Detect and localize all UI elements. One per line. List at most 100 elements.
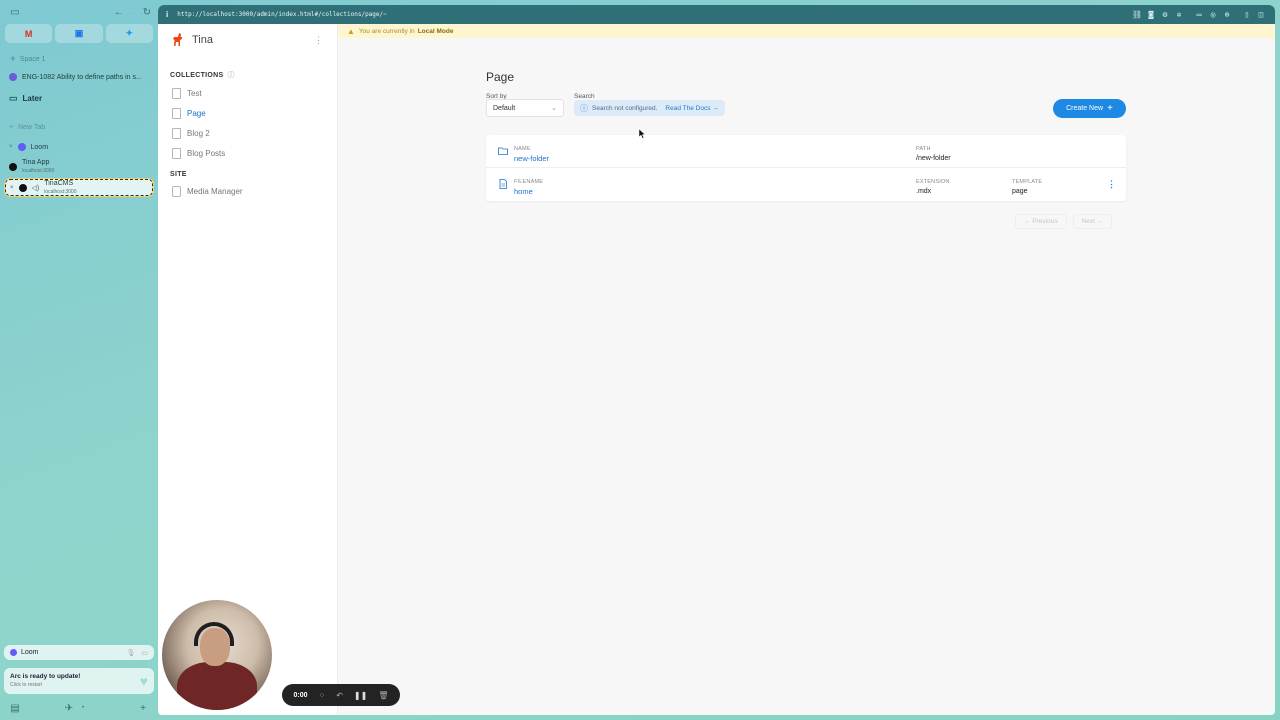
close-icon[interactable]: × (10, 185, 14, 191)
collection-test[interactable]: Test (158, 83, 337, 103)
space-label-text: Space 1 (19, 55, 46, 63)
gmail-icon: M (24, 28, 33, 39)
document-icon (172, 87, 181, 99)
target-icon[interactable]: ⊕ (1221, 10, 1233, 20)
copy-link-icon[interactable]: ⛓ (1131, 10, 1143, 20)
space-icon: ✈ (10, 56, 16, 63)
favorite-calendar[interactable]: ▣ (55, 24, 103, 43)
loom-camera-bubble[interactable] (162, 600, 272, 710)
sort-select[interactable]: Default ⌄ (486, 99, 564, 117)
template-cell: TEMPLATE page (1012, 177, 1042, 197)
row-actions-icon[interactable]: ⋮ (1107, 179, 1116, 190)
sidebar-panel-icon[interactable]: ◫ (1255, 10, 1267, 20)
media-manager-label: Media Manager (187, 186, 243, 196)
tab-tina-app-sub: localhost:3000 (22, 168, 55, 174)
read-the-docs-link[interactable]: Read The Docs → (665, 105, 718, 112)
folder-name-link[interactable]: new-folder (514, 154, 549, 164)
folder-icon: ▭ (9, 92, 18, 103)
screenshot-icon[interactable]: ◙ (1145, 10, 1157, 20)
tab-tina-app[interactable]: Tina App localhost:3000 (5, 158, 153, 176)
sort-value: Default (493, 104, 516, 112)
pagination: ← Previous Next → (1015, 214, 1113, 229)
extension-value: .mdx (916, 188, 932, 195)
archive-icon[interactable]: ▤ (8, 701, 22, 715)
filename-link[interactable]: home (514, 187, 543, 197)
arc-update-card[interactable]: Arc is ready to update! Click to restart… (4, 668, 154, 694)
collections-header: COLLECTIONS ⓘ (158, 70, 337, 80)
undo-icon[interactable]: ↶ (336, 691, 343, 700)
table-row[interactable]: FILENAME home EXTENSION .mdx TEMPLATE pa… (486, 168, 1126, 201)
collection-page[interactable]: Page (158, 103, 337, 123)
main-content: Page Sort by Default ⌄ Search ⓘ Search n… (338, 38, 1275, 715)
filename-cell: FILENAME home (514, 177, 543, 197)
table-row[interactable]: NAME new-folder PATH /new-folder (486, 135, 1126, 168)
reload-icon[interactable]: ↻ (140, 5, 154, 19)
mic-icon[interactable]: 🎙 (126, 649, 135, 657)
search-message: Search not configured. (592, 104, 658, 112)
name-header: NAME (514, 146, 531, 152)
extensions-icon[interactable]: ✲ (1173, 10, 1185, 20)
settings-icon[interactable]: ⚙ (1159, 10, 1171, 20)
back-icon[interactable]: ← (112, 5, 126, 19)
speaker-icon[interactable]: ◁) (32, 184, 40, 192)
pinned-tab-label: ENG-1082 Ability to define paths in s... (22, 73, 142, 81)
filename-header: FILENAME (514, 179, 544, 185)
collection-page-label: Page (187, 108, 206, 118)
site-label: SITE (170, 171, 187, 178)
loom-card-label: Loom (21, 649, 39, 656)
later-folder[interactable]: ▭ Later (5, 89, 153, 107)
tab-loom[interactable]: × Loom (5, 138, 153, 156)
boost-icon[interactable]: ◎ (1207, 10, 1219, 20)
twitter-icon: ✦ (125, 28, 134, 38)
tab-tinacms[interactable]: × ◁) TinaCMS localhost:3000 (5, 179, 153, 196)
more-vertical-icon[interactable]: ⋮ (314, 35, 323, 46)
info-icon: ⓘ (580, 103, 588, 113)
favorite-twitter[interactable]: ✦ (105, 24, 153, 43)
path-value: /new-folder (916, 155, 951, 162)
heart-icon: ♥ (139, 673, 148, 689)
banner-text: You are currently in (358, 27, 415, 35)
arc-top-controls: ▭ ← → ↻ (8, 5, 154, 19)
favorite-gmail[interactable]: M (5, 24, 53, 43)
loom-mini-card[interactable]: Loom 🎙 ▭ (4, 645, 154, 660)
close-icon[interactable]: × (9, 144, 13, 150)
collections-label: COLLECTIONS (170, 71, 224, 79)
tina-app-favicon-icon (9, 163, 17, 171)
reader-icon[interactable]: ▭ (1193, 10, 1205, 20)
headphones-icon (194, 622, 234, 646)
tab-tina-app-title: Tina App (22, 159, 50, 166)
trash-icon[interactable]: 🗑 (378, 691, 388, 700)
forward-icon[interactable]: → (126, 5, 140, 19)
space-dot-icon[interactable]: • (76, 701, 90, 715)
mouse-cursor-icon (639, 129, 646, 139)
media-manager-link[interactable]: Media Manager (158, 181, 337, 201)
next-button[interactable]: Next → (1072, 214, 1113, 229)
collection-blog-2[interactable]: Blog 2 (158, 123, 337, 143)
info-icon[interactable]: ⓘ (227, 70, 234, 80)
update-card-title: Arc is ready to update! (10, 673, 81, 680)
new-tab-button[interactable]: + New Tab (5, 118, 153, 136)
document-icon (172, 147, 181, 159)
template-header: TEMPLATE (1012, 179, 1043, 185)
pause-icon[interactable]: ❚❚ (354, 691, 367, 700)
split-view-icon[interactable]: ▯ (1241, 10, 1253, 20)
pinned-tab-eng[interactable]: ENG-1082 Ability to define paths in s... (5, 68, 153, 86)
documents-table: NAME new-folder PATH /new-folder FILENAM… (486, 135, 1126, 201)
drag-handle-icon[interactable]: ⁘ (319, 691, 326, 700)
collection-blog-posts[interactable]: Blog Posts (158, 143, 337, 163)
space-label: ✈ Space 1 (10, 55, 46, 64)
url-bar[interactable]: i http://localhost:3000/admin/index.html… (158, 5, 1275, 24)
loom-icon (17, 143, 26, 151)
new-space-icon[interactable]: + (136, 701, 150, 715)
create-new-button[interactable]: Create New + (1053, 99, 1126, 118)
space-switch-icon[interactable]: ✈ (62, 701, 76, 715)
camera-icon[interactable]: ▭ (141, 649, 148, 657)
url-text[interactable]: http://localhost:3000/admin/index.html#/… (177, 11, 387, 18)
site-info-icon[interactable]: i (166, 10, 168, 19)
collection-blog-posts-label: Blog Posts (187, 148, 226, 158)
tab-loom-label: Loom (30, 143, 49, 151)
path-header: PATH (916, 146, 931, 152)
previous-button[interactable]: ← Previous (1015, 214, 1067, 229)
name-cell: NAME new-folder (514, 144, 549, 164)
sidebar-toggle-icon[interactable]: ▭ (8, 5, 22, 19)
